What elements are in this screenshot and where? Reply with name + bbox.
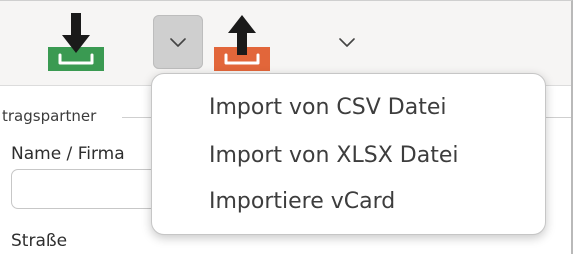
- menu-item-import-csv[interactable]: Import von CSV Datei: [209, 95, 447, 120]
- chevron-down-icon: [170, 33, 186, 52]
- menu-item-import-xlsx[interactable]: Import von XLSX Datei: [209, 143, 458, 168]
- export-dropdown-button[interactable]: [322, 15, 372, 69]
- name-label: Name / Firma: [11, 144, 125, 164]
- menu-item-import-vcard[interactable]: Importiere vCard: [209, 189, 395, 214]
- import-dropdown-button[interactable]: [153, 15, 203, 69]
- group-label: tragspartner: [2, 107, 97, 125]
- street-label: Straße: [11, 231, 68, 251]
- import-menu: Import von CSV Datei Import von XLSX Dat…: [151, 73, 546, 235]
- download-tray-icon[interactable]: [46, 13, 106, 73]
- chevron-down-icon: [339, 33, 355, 52]
- window: tragspartner Name / Firma Straße Import …: [0, 0, 573, 254]
- upload-tray-icon[interactable]: [212, 13, 272, 73]
